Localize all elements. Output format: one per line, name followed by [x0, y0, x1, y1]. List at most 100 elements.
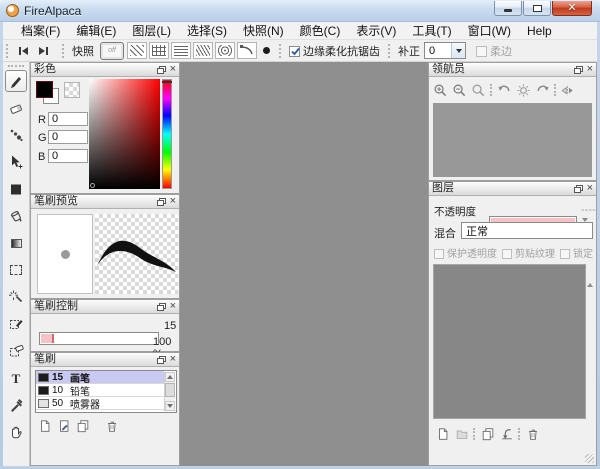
snapshot-radial-lines-button[interactable]	[193, 42, 213, 59]
menu-file[interactable]: 档案(F)	[13, 22, 68, 39]
fill-tool-button[interactable]	[5, 178, 27, 200]
bucket-tool-button[interactable]	[5, 205, 27, 227]
brush-control-titlebar[interactable]: 笔刷控制 ×	[31, 300, 179, 314]
brush-list-item[interactable]	[36, 410, 164, 413]
close-panel-icon[interactable]: ×	[170, 64, 176, 75]
clipping-checkbox[interactable]: 剪贴纹理	[502, 244, 555, 262]
menu-select[interactable]: 选择(S)	[179, 22, 235, 39]
snapshot-horizontal-lines-button[interactable]	[171, 42, 191, 59]
pen-tool-button[interactable]	[5, 70, 27, 92]
lock-checkbox[interactable]: 锁定	[560, 244, 593, 262]
zoom-out-button[interactable]	[450, 82, 469, 99]
close-panel-icon[interactable]: ×	[170, 301, 176, 312]
menu-window[interactable]: 窗口(W)	[460, 22, 519, 39]
navigator-preview[interactable]	[433, 103, 592, 177]
hand-tool-button[interactable]	[5, 421, 27, 443]
antialias-checkbox[interactable]: 边缘柔化抗锯齿	[289, 42, 380, 60]
rotate-cw-button[interactable]	[533, 82, 552, 99]
menu-snapshot[interactable]: 快照(N)	[235, 22, 292, 39]
rotate-ccw-button[interactable]	[495, 82, 514, 99]
menu-color[interactable]: 颜色(C)	[292, 22, 349, 39]
add-brush-button[interactable]	[35, 417, 54, 434]
close-button[interactable]: ✕	[552, 1, 592, 16]
add-layer-button[interactable]	[433, 425, 452, 442]
rotate-reset-button[interactable]	[514, 82, 533, 99]
undo-button[interactable]	[12, 42, 33, 60]
brush-panel-titlebar[interactable]: 笔刷 ×	[31, 353, 179, 367]
float-panel-icon[interactable]	[157, 351, 166, 369]
minimize-button[interactable]	[494, 1, 522, 16]
brush-list-item[interactable]: 10 铅笔	[36, 384, 164, 397]
close-panel-icon[interactable]: ×	[170, 354, 176, 365]
menu-help[interactable]: Help	[519, 24, 560, 38]
delete-layer-button[interactable]	[523, 425, 542, 442]
transparent-color-swatch[interactable]	[64, 82, 80, 98]
hue-slider[interactable]	[162, 79, 172, 189]
canvas-area[interactable]	[180, 62, 428, 466]
protect-alpha-checkbox[interactable]: 保护透明度	[434, 244, 497, 262]
menu-edit[interactable]: 编辑(E)	[68, 22, 124, 39]
text-tool-button[interactable]: T	[5, 367, 27, 389]
snapshot-curve-button[interactable]	[237, 42, 257, 59]
foreground-color-swatch[interactable]	[36, 81, 53, 98]
magic-wand-tool-button[interactable]	[5, 286, 27, 308]
saturation-value-picker[interactable]	[89, 79, 160, 189]
select-tool-button[interactable]	[5, 259, 27, 281]
soft-edge-checkbox[interactable]: 柔边	[476, 42, 512, 60]
brush-list-item[interactable]: 15 画笔	[36, 371, 164, 384]
color-panel-titlebar[interactable]: 彩色 ×	[31, 63, 179, 77]
maximize-button[interactable]	[523, 1, 551, 16]
layer-list[interactable]	[433, 264, 586, 419]
float-panel-icon[interactable]	[157, 61, 166, 79]
menu-view[interactable]: 表示(V)	[348, 22, 404, 39]
copy-brush-button[interactable]	[73, 417, 92, 434]
brush-list-scrollbar[interactable]	[164, 372, 175, 411]
float-panel-icon[interactable]	[574, 61, 583, 79]
navigator-titlebar[interactable]: 领航员 ×	[429, 63, 596, 77]
snapshot-diagonal-lines-button[interactable]	[127, 42, 147, 59]
eyedropper-tool-button[interactable]	[5, 394, 27, 416]
float-panel-icon[interactable]	[157, 193, 166, 211]
scroll-up-button[interactable]	[165, 372, 175, 382]
layer-list-scroll-up[interactable]	[587, 266, 593, 284]
eraser-tool-button[interactable]	[5, 97, 27, 119]
menu-tool[interactable]: 工具(T)	[404, 22, 459, 39]
close-panel-icon[interactable]: ×	[587, 183, 593, 194]
snapshot-off-button[interactable]: off	[100, 42, 124, 60]
select-eraser-tool-button[interactable]	[5, 340, 27, 362]
resize-grip[interactable]	[585, 454, 594, 463]
copy-layer-button[interactable]	[478, 425, 497, 442]
brush-list-item[interactable]: 50 喷雾器	[36, 397, 164, 410]
snapshot-circles-button[interactable]	[215, 42, 235, 59]
float-panel-icon[interactable]	[157, 298, 166, 316]
snapshot-dot-button[interactable]	[259, 47, 273, 54]
scroll-down-button[interactable]	[165, 401, 175, 411]
merge-layer-button[interactable]	[497, 425, 516, 442]
close-panel-icon[interactable]: ×	[170, 196, 176, 207]
edit-brush-button[interactable]	[54, 417, 73, 434]
zoom-reset-button[interactable]	[469, 82, 488, 99]
zoom-in-button[interactable]	[431, 82, 450, 99]
snapshot-grid-button[interactable]	[149, 42, 169, 59]
close-panel-icon[interactable]: ×	[587, 64, 593, 75]
title-bar[interactable]: FireAlpaca ✕	[0, 0, 600, 22]
flip-horizontal-button[interactable]	[559, 82, 578, 99]
correction-dropdown[interactable]: 0	[424, 42, 466, 59]
brush-preview-titlebar[interactable]: 笔刷预览 ×	[31, 195, 179, 209]
brush-size-slider[interactable]	[39, 332, 159, 345]
b-input[interactable]: 0	[48, 149, 88, 163]
blend-mode-dropdown[interactable]: 正常	[461, 222, 593, 239]
redo-button[interactable]	[33, 42, 54, 60]
blur-tool-button[interactable]	[5, 124, 27, 146]
scrollbar-thumb[interactable]	[165, 383, 175, 397]
move-tool-button[interactable]	[5, 151, 27, 173]
delete-brush-button[interactable]	[102, 417, 121, 434]
r-input[interactable]: 0	[48, 112, 88, 126]
menu-layer[interactable]: 图层(L)	[124, 22, 179, 39]
add-folder-button[interactable]	[452, 425, 471, 442]
select-pen-tool-button[interactable]	[5, 313, 27, 335]
g-input[interactable]: 0	[48, 130, 88, 144]
gradient-tool-button[interactable]	[5, 232, 27, 254]
layers-titlebar[interactable]: 图层 ×	[429, 182, 596, 196]
float-panel-icon[interactable]	[574, 180, 583, 198]
